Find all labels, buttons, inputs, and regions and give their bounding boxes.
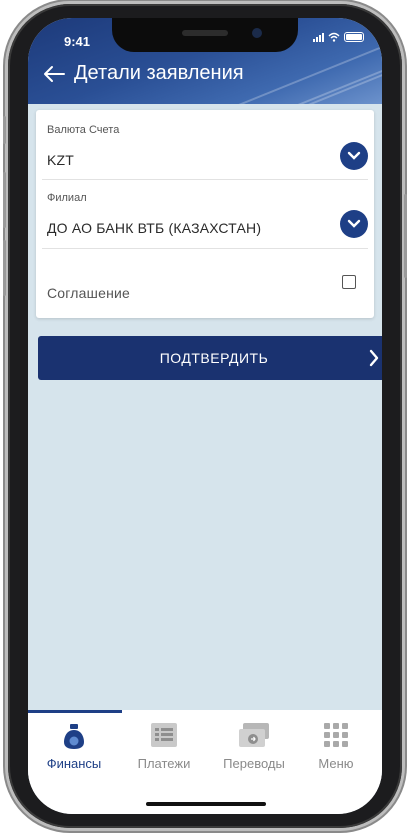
volume-up-button [3, 172, 6, 228]
power-button [404, 194, 407, 278]
agreement-field[interactable]: Соглашение [36, 249, 374, 317]
menu-grid-icon [324, 723, 348, 747]
back-arrow-icon[interactable] [42, 64, 66, 84]
status-time: 9:41 [64, 34, 91, 49]
tab-label: Платежи [137, 756, 191, 771]
wifi-icon [328, 32, 340, 42]
home-indicator [146, 802, 266, 806]
currency-label: Валюта Счета [47, 124, 120, 136]
mute-switch [3, 116, 6, 144]
active-tab-indicator [28, 710, 122, 713]
chevron-down-icon [347, 151, 361, 160]
bottom-tab-bar: Финансы Платежи Переводы Меню [28, 710, 382, 814]
branch-field[interactable]: Филиал ДО АО БАНК ВТБ (КАЗАХСТАН) [36, 180, 374, 248]
branch-dropdown-button[interactable] [340, 210, 368, 238]
currency-value: KZT [47, 152, 75, 168]
finance-bag-icon [64, 724, 84, 749]
agreement-checkbox[interactable] [342, 275, 356, 289]
branch-value: ДО АО БАНК ВТБ (КАЗАХСТАН) [47, 220, 262, 236]
chevron-right-icon [369, 349, 379, 367]
battery-icon [344, 32, 364, 42]
agreement-label: Соглашение [47, 285, 131, 301]
tab-transfers[interactable]: Переводы [210, 718, 298, 778]
transfer-card-icon [239, 723, 269, 747]
tab-label: Переводы [223, 756, 285, 771]
chevron-down-icon [347, 219, 361, 228]
tab-label: Финансы [46, 756, 102, 771]
currency-field[interactable]: Валюта Счета KZT [36, 110, 374, 182]
cellular-signal-icon [313, 32, 324, 42]
tab-menu[interactable]: Меню [292, 718, 380, 778]
confirm-button[interactable]: ПОДТВЕРДИТЬ [38, 336, 382, 380]
tab-finance[interactable]: Финансы [30, 718, 118, 778]
app-header: 9:41 Детали заявления [28, 18, 382, 104]
payments-list-icon [151, 723, 177, 747]
notch [112, 18, 298, 52]
tab-payments[interactable]: Платежи [120, 718, 208, 778]
volume-down-button [3, 240, 6, 296]
status-icons [313, 32, 364, 42]
currency-dropdown-button[interactable] [340, 142, 368, 170]
application-form: Валюта Счета KZT Филиал ДО АО БАНК ВТБ (… [36, 110, 374, 318]
branch-label: Филиал [47, 192, 87, 204]
tab-label: Меню [318, 756, 354, 771]
page-title: Детали заявления [74, 62, 244, 84]
phone-screen: 9:41 Детали заявления Валюта Счета KZT Ф… [28, 18, 382, 814]
confirm-button-label: ПОДТВЕРДИТЬ [159, 350, 269, 366]
